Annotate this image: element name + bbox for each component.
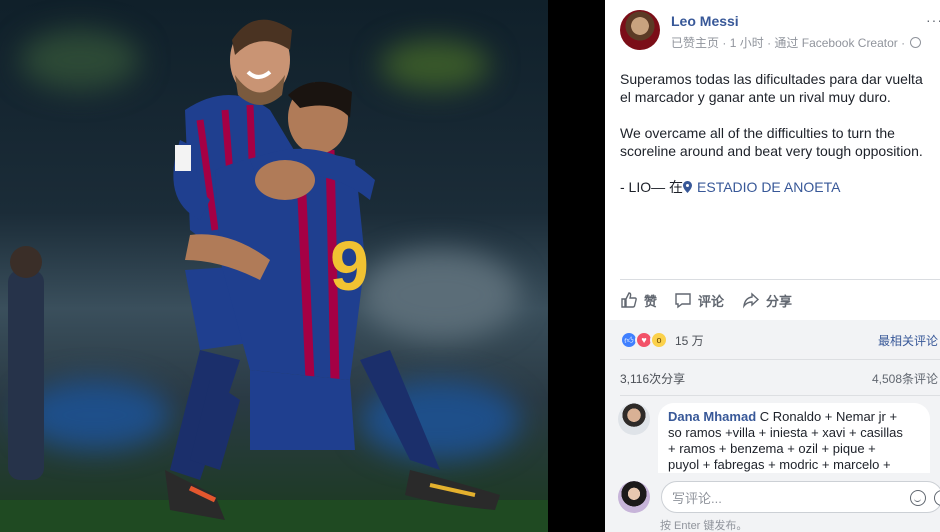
comment-text-line3: + ramos + benzema + ozil + pique +	[668, 441, 876, 456]
post-text: Superamos todas las dificultades para da…	[620, 70, 940, 214]
share-icon	[742, 292, 760, 309]
commenter-avatar[interactable]	[618, 403, 650, 435]
comment-input-placeholder: 写评论...	[672, 490, 722, 506]
like-icon	[621, 292, 637, 308]
comment-icon	[675, 293, 691, 309]
action-bar: 赞 评论 分享	[620, 287, 940, 313]
comment-text-line1: C Ronaldo + Nemar jr +	[759, 409, 898, 424]
emoji-icon[interactable]	[910, 490, 926, 506]
camera-icon[interactable]	[934, 490, 940, 506]
comment-label: 评论	[698, 293, 725, 309]
post-panel: Leo Messi ··· 已赞主页 · 1 小时 · 通过 Facebook …	[605, 0, 940, 532]
comment-count[interactable]: 4,508条评论	[872, 370, 938, 387]
post-header: Leo Messi ··· 已赞主页 · 1 小时 · 通过 Facebook …	[620, 10, 940, 54]
post-text-es: Superamos todas las dificultades para da…	[620, 70, 940, 106]
post-via[interactable]: 通过 Facebook Creator	[774, 36, 897, 50]
more-icon[interactable]: ···	[926, 12, 940, 28]
divider	[620, 279, 940, 280]
post-signature: - LIO— 在	[620, 179, 684, 195]
post-text-en: We overcame all of the difficulties to t…	[620, 124, 940, 160]
like-button[interactable]: 赞	[620, 287, 657, 313]
share-label: 分享	[766, 293, 793, 309]
comment-item: Dana Mhamad C Ronaldo + Nemar jr + so ra…	[618, 403, 938, 473]
author-avatar[interactable]	[620, 10, 660, 50]
meta-separator: ·	[767, 36, 772, 50]
wow-reaction-icon: o	[650, 331, 668, 349]
reactions-summary[interactable]: 👍︎ ♥ o 15 万	[620, 331, 704, 349]
comment-sort-dropdown[interactable]: 最相关评论	[878, 332, 938, 349]
reaction-count: 15 万	[675, 333, 704, 348]
post-meta: 已赞主页 · 1 小时 · 通过 Facebook Creator ·	[671, 34, 922, 51]
location-pin-icon	[683, 181, 693, 193]
post-time[interactable]: 1 小时	[730, 36, 764, 50]
share-button[interactable]: 分享	[742, 287, 792, 313]
comment-button[interactable]: 评论	[674, 287, 724, 313]
svg-text:9: 9	[330, 227, 369, 305]
comment-text-line4: puyol + fabregas + modric + marcelo +	[668, 457, 891, 472]
post-signature-line: - LIO— 在 ESTADIO DE ANOETA	[620, 178, 940, 196]
like-label: 赞	[644, 293, 658, 309]
comment-composer: 写评论...	[618, 475, 940, 515]
players-illustration: 9	[0, 19, 548, 532]
author-name[interactable]: Leo Messi	[671, 13, 739, 29]
post-text-en-line2: scoreline around and beat very tough opp…	[620, 143, 923, 159]
comment-input[interactable]: 写评论...	[661, 481, 940, 513]
photo-frame: 9	[0, 0, 548, 532]
location-link[interactable]: ESTADIO DE ANOETA	[697, 179, 840, 195]
comment-text-line2: so ramos +villa + iniesta + xavi + casil…	[668, 425, 903, 440]
comment-bubble: Dana Mhamad C Ronaldo + Nemar jr + so ra…	[658, 403, 930, 473]
divider	[620, 359, 940, 360]
enter-hint: 按 Enter 键发布。	[660, 520, 748, 532]
divider	[620, 395, 940, 396]
meta-separator: ·	[901, 36, 906, 50]
post-text-es-line1: Superamos todas las dificultades para da…	[620, 71, 923, 87]
post-text-es-line2: el marcador y ganar ante un rival muy du…	[620, 89, 891, 105]
share-count[interactable]: 3,116次分享	[620, 370, 685, 387]
viewer-avatar	[618, 481, 650, 513]
globe-icon	[910, 37, 922, 48]
commenter-name[interactable]: Dana Mhamad	[668, 409, 756, 424]
post-text-en-line1: We overcame all of the difficulties to t…	[620, 125, 895, 141]
page-type-label: 已赞主页	[671, 36, 720, 50]
meta-separator: ·	[722, 36, 727, 50]
post-photo[interactable]: 9	[0, 0, 605, 532]
